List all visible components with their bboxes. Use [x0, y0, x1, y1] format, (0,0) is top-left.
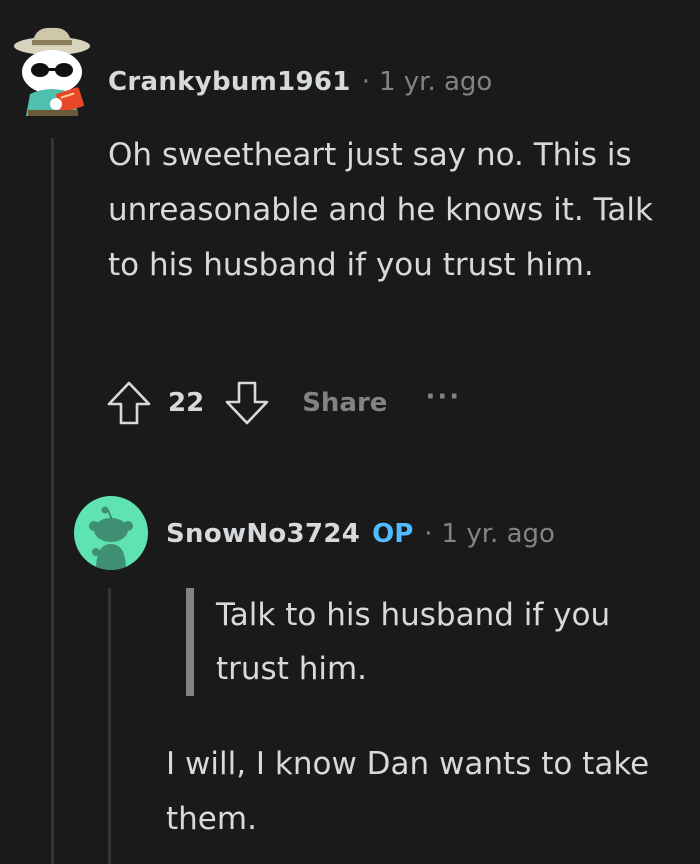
snoo-default-avatar[interactable] [74, 496, 148, 570]
comment-body: Oh sweetheart just say no. This is unrea… [108, 137, 653, 283]
blockquote-text: Talk to his husband if you trust him. [216, 597, 611, 687]
timestamp[interactable]: 1 yr. ago [379, 67, 492, 97]
upvote-arrow-icon[interactable] [104, 378, 154, 428]
thread-collapse-line[interactable] [51, 138, 54, 864]
op-badge: OP [372, 519, 414, 549]
timestamp[interactable]: 1 yr. ago [442, 519, 555, 549]
downvote-arrow-icon[interactable] [222, 378, 272, 428]
comment-header: Crankybum1961 · 1 yr. ago [108, 62, 492, 102]
more-options-button[interactable]: ··· [425, 382, 461, 412]
vote-score: 22 [168, 388, 205, 418]
comment-body: I will, I know Dan wants to take them. [166, 746, 650, 837]
separator-dot: · [361, 67, 370, 97]
share-button[interactable]: Share [302, 388, 387, 418]
comment-header: SnowNo3724 OP · 1 yr. ago [166, 514, 555, 554]
username-link[interactable]: SnowNo3724 [166, 519, 360, 549]
separator-dot: · [424, 519, 433, 549]
comment-actions: 22 Share ··· [104, 372, 461, 434]
blockquote-bar [186, 588, 194, 696]
thread-collapse-line[interactable] [108, 588, 111, 864]
user-avatar[interactable] [12, 24, 92, 118]
username-link[interactable]: Crankybum1961 [108, 67, 351, 97]
